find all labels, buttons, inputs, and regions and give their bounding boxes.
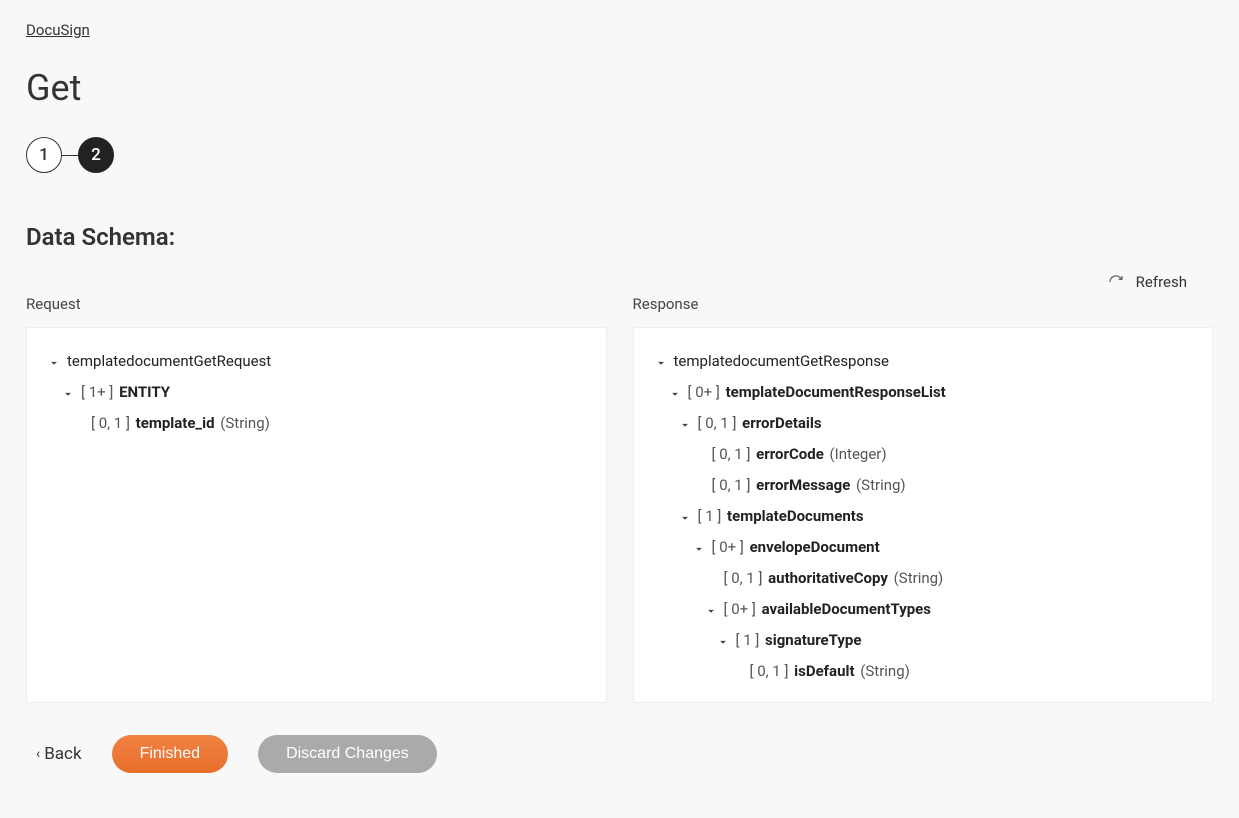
tree-row: [ 0, 1 ] isDefault (String): [654, 656, 1193, 687]
chevron-down-icon[interactable]: [716, 634, 730, 648]
cardinality: [ 0, 1 ]: [91, 414, 134, 432]
node-name: errorCode: [756, 445, 824, 463]
node-name: authoritativeCopy: [768, 569, 888, 587]
cardinality: [ 0, 1 ]: [698, 414, 741, 432]
tree-row: [ 0, 1 ] template_id (String): [47, 408, 586, 439]
tree-node-label: [ 0, 1 ] isDefault (String): [750, 661, 910, 682]
chevron-down-icon[interactable]: [47, 355, 61, 369]
section-heading-data-schema: Data Schema:: [26, 223, 1213, 251]
tree-node-label[interactable]: [ 0+ ] availableDocumentTypes: [724, 599, 932, 620]
tree-row: [ 1 ] templateDocuments: [654, 501, 1193, 532]
chevron-down-icon[interactable]: [61, 386, 75, 400]
tree-row: [ 1+ ] ENTITY: [47, 377, 586, 408]
tree-node-label[interactable]: templatedocumentGetResponse: [674, 351, 890, 372]
node-name: errorDetails: [742, 414, 821, 432]
node-name: availableDocumentTypes: [762, 600, 931, 618]
chevron-down-icon[interactable]: [692, 541, 706, 555]
chevron-down-icon[interactable]: [668, 386, 682, 400]
tree-node-label[interactable]: [ 0+ ] envelopeDocument: [712, 537, 880, 558]
breadcrumb-docusign[interactable]: DocuSign: [26, 21, 90, 39]
node-name: ENTITY: [119, 383, 170, 401]
response-schema-box: templatedocumentGetResponse [ 0+ ] templa…: [633, 327, 1214, 703]
cardinality: [ 0, 1 ]: [712, 476, 755, 494]
chevron-down-icon[interactable]: [704, 603, 718, 617]
node-name: signatureType: [765, 631, 861, 649]
tree-row: [ 1 ] signatureType: [654, 625, 1193, 656]
node-type: (String): [217, 414, 270, 432]
node-name: templateDocumentResponseList: [726, 383, 946, 401]
tree-row: [ 0, 1 ] errorDetails: [654, 408, 1193, 439]
tree-node-label: [ 0, 1 ] errorMessage (String): [712, 475, 906, 496]
tree-node-label[interactable]: [ 1 ] templateDocuments: [698, 506, 864, 527]
cardinality: [ 0+ ]: [724, 600, 760, 618]
cardinality: [ 0+ ]: [688, 383, 724, 401]
cardinality: [ 0, 1 ]: [750, 662, 793, 680]
wizard-stepper: 1 2: [26, 137, 1213, 173]
node-type: (String): [852, 476, 905, 494]
node-name: envelopeDocument: [750, 538, 880, 556]
tree-node-label[interactable]: templatedocumentGetRequest: [67, 351, 271, 372]
chevron-left-icon: ‹: [36, 746, 40, 762]
node-name: templateDocuments: [727, 507, 864, 525]
tree-node-label: [ 0, 1 ] authoritativeCopy (String): [724, 568, 944, 589]
back-button[interactable]: ‹ Back: [36, 744, 82, 764]
step-2[interactable]: 2: [78, 137, 114, 173]
refresh-icon: [1108, 274, 1124, 290]
tree-node-label[interactable]: [ 1 ] signatureType: [736, 630, 862, 651]
cardinality: [ 0+ ]: [712, 538, 748, 556]
tree-row: [ 0+ ] availableDocumentTypes: [654, 594, 1193, 625]
back-label: Back: [44, 744, 81, 764]
tree-row: [ 0+ ] templateDocumentResponseList: [654, 377, 1193, 408]
discard-changes-button[interactable]: Discard Changes: [258, 735, 437, 773]
node-type: (String): [857, 662, 910, 680]
tree-node-label: [ 0, 1 ] errorCode (Integer): [712, 444, 887, 465]
node-type: (String): [890, 569, 943, 587]
tree-row: [ 0, 1 ] authoritativeCopy (String): [654, 563, 1193, 594]
cardinality: [ 1 ]: [736, 631, 764, 649]
cardinality: [ 1 ]: [698, 507, 726, 525]
request-label: Request: [26, 295, 607, 313]
refresh-label: Refresh: [1136, 273, 1187, 291]
tree-row: [ 0, 1 ] errorMessage (String): [654, 470, 1193, 501]
finished-button[interactable]: Finished: [112, 735, 228, 773]
tree-row: templatedocumentGetResponse: [654, 346, 1193, 377]
response-label: Response: [633, 295, 1214, 313]
node-name: errorMessage: [756, 476, 850, 494]
node-name: templatedocumentGetRequest: [67, 352, 271, 370]
node-type: (Integer): [826, 445, 887, 463]
tree-row: [ 0, 1 ] errorCode (Integer): [654, 439, 1193, 470]
tree-node-label[interactable]: [ 1+ ] ENTITY: [81, 382, 170, 403]
page-title: Get: [26, 67, 1213, 109]
refresh-button[interactable]: Refresh: [1108, 273, 1187, 291]
tree-node-label: [ 0, 1 ] template_id (String): [91, 413, 270, 434]
chevron-down-icon[interactable]: [678, 417, 692, 431]
cardinality: [ 0, 1 ]: [712, 445, 755, 463]
node-name: templatedocumentGetResponse: [674, 352, 890, 370]
request-schema-box: templatedocumentGetRequest[ 1+ ] ENTITY[…: [26, 327, 607, 703]
tree-row: templatedocumentGetRequest: [47, 346, 586, 377]
node-name: template_id: [136, 414, 215, 432]
chevron-down-icon[interactable]: [678, 510, 692, 524]
cardinality: [ 0, 1 ]: [724, 569, 767, 587]
step-connector: [62, 155, 78, 156]
tree-node-label[interactable]: [ 0+ ] templateDocumentResponseList: [688, 382, 946, 403]
step-1[interactable]: 1: [26, 137, 62, 173]
tree-node-label[interactable]: [ 0, 1 ] errorDetails: [698, 413, 822, 434]
cardinality: [ 1+ ]: [81, 383, 117, 401]
node-name: isDefault: [794, 662, 854, 680]
chevron-down-icon[interactable]: [654, 355, 668, 369]
tree-row: [ 0+ ] envelopeDocument: [654, 532, 1193, 563]
